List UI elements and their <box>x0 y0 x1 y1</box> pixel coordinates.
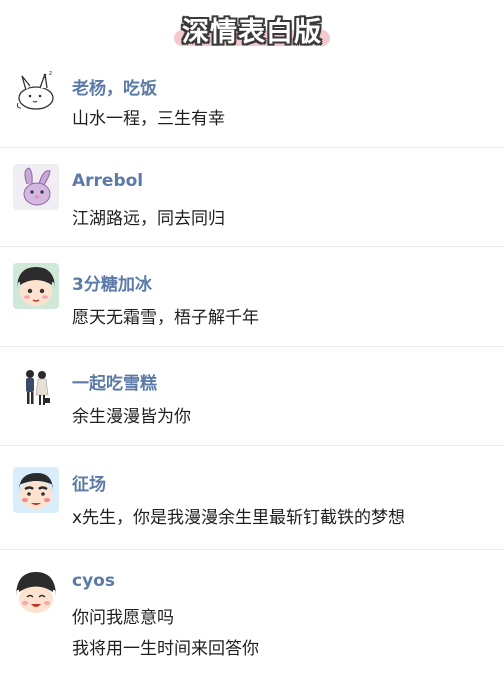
comment-username[interactable]: Arrebol <box>72 171 143 191</box>
couple-icon <box>13 365 59 411</box>
header: 深情表白版 <box>0 0 504 58</box>
comment-username[interactable]: 老杨，吃饭 <box>72 74 157 99</box>
avatar[interactable] <box>13 164 59 210</box>
comment-item: 征场 x先生，你是我漫漫余生里最斩钉截铁的梦想 <box>0 446 504 549</box>
title-wrap: 深情表白版 <box>174 10 330 49</box>
comment-text: x先生，你是我漫漫余生里最斩钉截铁的梦想 <box>72 508 406 528</box>
comment-text: 我将用一生时间来回答你 <box>72 639 259 659</box>
avatar[interactable] <box>13 365 59 411</box>
comment-item: 3分糖加冰 愿天无霜雪，梧子解千年 <box>0 247 504 346</box>
comment-item: 一起吃雪糕 余生漫漫皆为你 <box>0 347 504 445</box>
comment-username[interactable]: 3分糖加冰 <box>72 270 152 295</box>
comment-text: 愿天无霜雪，梧子解千年 <box>72 308 259 328</box>
avatar[interactable]: z z <box>13 68 59 114</box>
cartoon-girl-icon <box>13 263 59 309</box>
comment-username[interactable]: 征场 <box>72 470 106 495</box>
purple-bunny-icon <box>13 164 59 210</box>
page-title: 深情表白版 <box>182 17 322 48</box>
comment-item: cyos 你问我愿意吗 我将用一生时间来回答你 <box>0 550 504 674</box>
svg-text:z: z <box>49 70 52 77</box>
comment-text: 江湖路远，同去同归 <box>72 209 225 229</box>
cartoon-boy-icon <box>13 467 59 513</box>
comment-text: 余生漫漫皆为你 <box>72 407 191 427</box>
comment-item: z z 老杨，吃饭 山水一程，三生有幸 <box>0 58 504 147</box>
comment-item: Arrebol 江湖路远，同去同归 <box>0 148 504 246</box>
bunny-doodle-icon: z z <box>13 68 59 114</box>
cartoon-girl-smile-icon <box>13 569 59 615</box>
avatar[interactable] <box>13 263 59 309</box>
svg-text:z: z <box>43 72 47 80</box>
comment-text: 山水一程，三生有幸 <box>72 109 225 129</box>
comment-username[interactable]: cyos <box>72 571 115 591</box>
avatar[interactable] <box>13 569 59 615</box>
avatar[interactable] <box>13 467 59 513</box>
comment-text: 你问我愿意吗 <box>72 608 174 628</box>
comment-username[interactable]: 一起吃雪糕 <box>72 369 157 394</box>
